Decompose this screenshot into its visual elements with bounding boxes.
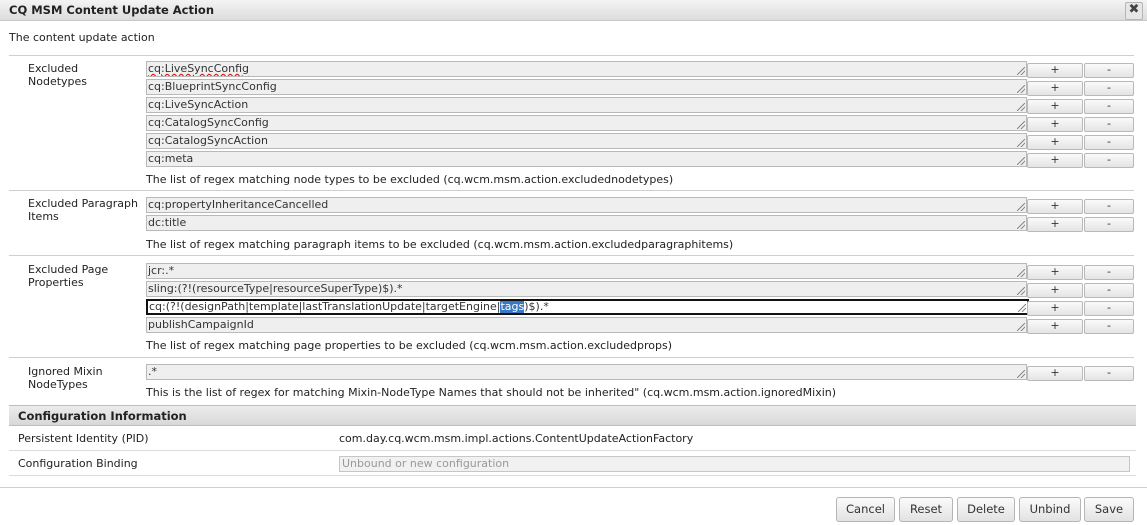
field-hint: The list of regex matching page properti… <box>146 339 672 352</box>
section-excluded-paragraph-items: Excluded Paragraph Items cq:propertyInhe… <box>9 190 1134 254</box>
section-ignored-mixin-nodetypes: Ignored Mixin NodeTypes .* + - This is t… <box>9 357 1134 404</box>
list-item: jcr:.* + - <box>146 263 1141 280</box>
remove-row-button[interactable]: - <box>1084 217 1134 232</box>
add-row-button[interactable]: + <box>1027 153 1083 168</box>
page-property-field[interactable]: jcr:.* <box>146 263 1027 279</box>
remove-row-button[interactable]: - <box>1084 319 1134 334</box>
remove-row-button[interactable]: - <box>1084 153 1134 168</box>
section-label: Excluded Page Properties <box>28 263 109 289</box>
resize-grip-icon[interactable] <box>1017 221 1025 229</box>
nodetype-field[interactable]: cq:CatalogSyncAction <box>146 133 1027 149</box>
remove-row-button[interactable]: - <box>1084 283 1134 298</box>
resize-grip-icon[interactable] <box>1017 323 1025 331</box>
list-item: cq:(?!(designPath|template|lastTranslati… <box>146 299 1141 316</box>
unbind-button[interactable]: Unbind <box>1019 497 1081 522</box>
resize-grip-icon[interactable] <box>1018 304 1026 312</box>
delete-button[interactable]: Delete <box>957 497 1015 522</box>
close-icon[interactable]: ✖ <box>1125 2 1143 20</box>
resize-grip-icon[interactable] <box>1017 103 1025 111</box>
field-hint: The list of regex matching paragraph ite… <box>146 238 734 251</box>
nodetype-field[interactable]: cq:meta <box>146 151 1027 167</box>
section-label: Ignored Mixin NodeTypes <box>28 365 103 391</box>
dialog-title: CQ MSM Content Update Action <box>9 3 215 17</box>
add-row-button[interactable]: + <box>1027 81 1083 96</box>
dialog-description: The content update action <box>9 31 155 44</box>
add-row-button[interactable]: + <box>1027 283 1083 298</box>
mixin-nodetype-field[interactable]: .* <box>146 364 1027 380</box>
resize-grip-icon[interactable] <box>1017 85 1025 93</box>
pid-value: com.day.cq.wcm.msm.impl.actions.ContentU… <box>339 432 694 445</box>
nodetype-field[interactable]: cq:LiveSyncAction <box>146 97 1027 113</box>
list-item: dc:title + - <box>146 215 1141 232</box>
list-item: cq:BlueprintSyncConfig + - <box>146 79 1141 96</box>
nodetype-field[interactable]: cq:CatalogSyncConfig <box>146 115 1027 131</box>
list-item: cq:LiveSyncAction + - <box>146 97 1141 114</box>
field-hint: This is the list of regex for matching M… <box>146 386 837 399</box>
add-row-button[interactable]: + <box>1027 135 1083 150</box>
resize-grip-icon[interactable] <box>1017 370 1025 378</box>
remove-row-button[interactable]: - <box>1084 301 1134 316</box>
section-excluded-nodetypes: Excluded Nodetypes cq:LiveSyncConfig + -… <box>9 55 1134 189</box>
page-property-field[interactable]: publishCampaignId <box>146 317 1027 333</box>
add-row-button[interactable]: + <box>1027 99 1083 114</box>
resize-grip-icon[interactable] <box>1017 287 1025 295</box>
add-row-button[interactable]: + <box>1027 117 1083 132</box>
list-item: cq:meta + - <box>146 151 1141 168</box>
resize-grip-icon[interactable] <box>1017 67 1025 75</box>
nodetype-field[interactable]: cq:BlueprintSyncConfig <box>146 79 1027 95</box>
resize-grip-icon[interactable] <box>1017 269 1025 277</box>
resize-grip-icon[interactable] <box>1017 121 1025 129</box>
add-row-button[interactable]: + <box>1027 366 1083 381</box>
save-button[interactable]: Save <box>1084 497 1134 522</box>
add-row-button[interactable]: + <box>1027 265 1083 280</box>
binding-row: Configuration Binding Unbound or new con… <box>9 451 1136 476</box>
section-excluded-page-properties: Excluded Page Properties jcr:.* + - slin… <box>9 255 1134 356</box>
pid-label: Persistent Identity (PID) <box>18 432 149 445</box>
binding-label: Configuration Binding <box>18 457 138 470</box>
remove-row-button[interactable]: - <box>1084 265 1134 280</box>
remove-row-button[interactable]: - <box>1084 199 1134 214</box>
section-label: Excluded Nodetypes <box>28 62 88 88</box>
list-item: .* + - <box>146 364 1141 381</box>
resize-grip-icon[interactable] <box>1017 139 1025 147</box>
add-row-button[interactable]: + <box>1027 217 1083 232</box>
paragraph-item-field[interactable]: cq:propertyInheritanceCancelled <box>146 197 1027 213</box>
add-row-button[interactable]: + <box>1027 301 1083 316</box>
text-selection: tags <box>500 300 525 313</box>
config-info-header: Configuration Information <box>9 405 1136 426</box>
configuration-binding-field[interactable]: Unbound or new configuration <box>339 456 1130 472</box>
field-hint: The list of regex matching node types to… <box>146 173 674 186</box>
section-label: Excluded Paragraph Items <box>28 197 138 223</box>
add-row-button[interactable]: + <box>1027 63 1083 78</box>
pid-row: Persistent Identity (PID) com.day.cq.wcm… <box>9 426 1136 451</box>
footer-divider <box>0 487 1147 488</box>
page-property-field[interactable]: sling:(?!(resourceType|resourceSuperType… <box>146 281 1027 297</box>
resize-grip-icon[interactable] <box>1017 203 1025 211</box>
remove-row-button[interactable]: - <box>1084 135 1134 150</box>
list-item: cq:LiveSyncConfig + - <box>146 61 1141 78</box>
resize-grip-icon[interactable] <box>1017 157 1025 165</box>
list-item: sling:(?!(resourceType|resourceSuperType… <box>146 281 1141 298</box>
remove-row-button[interactable]: - <box>1084 99 1134 114</box>
remove-row-button[interactable]: - <box>1084 81 1134 96</box>
paragraph-item-field[interactable]: dc:title <box>146 215 1027 231</box>
list-item: publishCampaignId + - <box>146 317 1141 334</box>
list-item: cq:CatalogSyncAction + - <box>146 133 1141 150</box>
page-property-field-focused[interactable]: cq:(?!(designPath|template|lastTranslati… <box>146 299 1029 315</box>
list-item: cq:CatalogSyncConfig + - <box>146 115 1141 132</box>
reset-button[interactable]: Reset <box>899 497 953 522</box>
cancel-button[interactable]: Cancel <box>836 497 895 522</box>
add-row-button[interactable]: + <box>1027 199 1083 214</box>
remove-row-button[interactable]: - <box>1084 63 1134 78</box>
add-row-button[interactable]: + <box>1027 319 1083 334</box>
remove-row-button[interactable]: - <box>1084 366 1134 381</box>
list-item: cq:propertyInheritanceCancelled + - <box>146 197 1141 214</box>
dialog-titlebar: CQ MSM Content Update Action ✖ <box>0 0 1147 21</box>
nodetype-field[interactable]: cq:LiveSyncConfig <box>146 61 1027 77</box>
remove-row-button[interactable]: - <box>1084 117 1134 132</box>
